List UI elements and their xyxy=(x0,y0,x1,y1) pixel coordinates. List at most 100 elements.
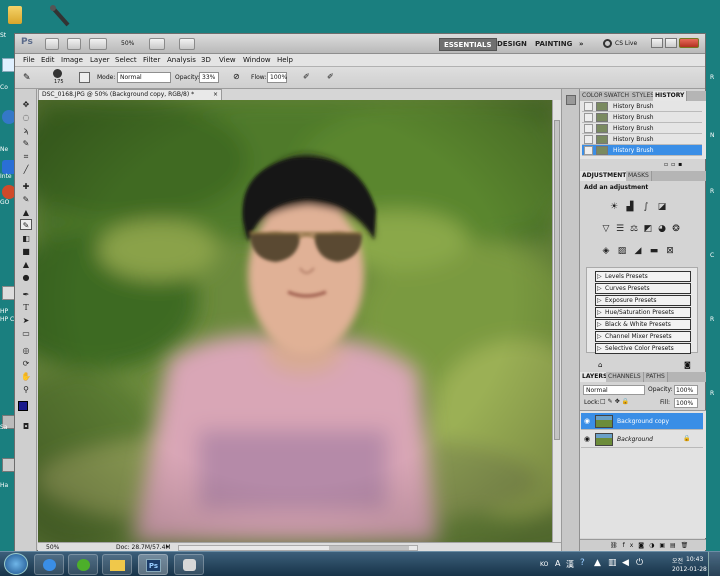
adjustment-footer-icon[interactable]: ⌂ xyxy=(598,361,608,369)
menu-filter[interactable]: Filter xyxy=(143,56,160,64)
ime-indicator[interactable]: KO xyxy=(540,561,548,568)
workspace-essentials[interactable]: ESSENTIALS xyxy=(439,38,497,51)
brush-preview-icon[interactable] xyxy=(53,69,62,78)
history-brush-tool-icon[interactable]: ✎ xyxy=(23,72,39,84)
show-desktop-button[interactable] xyxy=(708,552,720,576)
history-footer-icons[interactable]: ▫▫▪ xyxy=(664,161,704,169)
workspace-painting[interactable]: PAINTING xyxy=(531,38,576,51)
preset-curves[interactable]: Curves Presets xyxy=(595,283,691,294)
menu-image[interactable]: Image xyxy=(61,56,83,64)
eyedropper-tool-icon[interactable]: ╱ xyxy=(20,164,32,175)
workspace-more[interactable]: » xyxy=(575,38,588,51)
layers-footer-icons[interactable]: ⛓fx◙◑▣▤🗑 xyxy=(580,539,706,550)
document-tab[interactable]: DSC_0168.JPG @ 50% (Background copy, RGB… xyxy=(38,89,222,100)
pressure-icon[interactable]: ✐ xyxy=(327,72,339,84)
preset-black-white[interactable]: Black & White Presets xyxy=(595,319,691,330)
history-item[interactable]: History Brush xyxy=(582,112,702,123)
menu-file[interactable]: File xyxy=(23,56,35,64)
power-icon[interactable]: ⏻ xyxy=(636,558,643,568)
dodge-tool-icon[interactable]: ● xyxy=(20,272,32,283)
taskbar-explorer[interactable] xyxy=(102,554,132,575)
foreground-color-swatch[interactable] xyxy=(18,401,28,411)
history-item[interactable]: History Brush xyxy=(582,101,702,112)
tab-channels[interactable]: CHANNELS xyxy=(606,372,644,382)
taskbar-ie[interactable] xyxy=(34,554,64,575)
color-balance-icon[interactable]: ⚖ xyxy=(628,223,640,235)
clone-stamp-tool-icon[interactable]: ▲ xyxy=(20,207,32,218)
tab-masks[interactable]: MASKS xyxy=(626,171,652,181)
flow-field[interactable]: 100% xyxy=(267,72,287,83)
extras-button[interactable] xyxy=(89,38,107,50)
menu-analysis[interactable]: Analysis xyxy=(167,56,196,64)
3d-orbit-tool-icon[interactable]: ⟳ xyxy=(20,358,32,369)
airbrush-toggle-icon[interactable]: ✐ xyxy=(303,72,315,84)
taskbar-utorrent[interactable] xyxy=(68,554,98,575)
preset-exposure[interactable]: Exposure Presets xyxy=(595,295,691,306)
brightness-icon[interactable]: ☀ xyxy=(608,201,620,213)
move-tool-icon[interactable]: ✥ xyxy=(20,99,32,110)
levels-icon[interactable]: ▟ xyxy=(624,201,636,213)
layer-opacity-field[interactable]: 100% xyxy=(674,385,698,395)
close-button[interactable] xyxy=(679,38,699,48)
volume-icon[interactable]: ◀ xyxy=(622,558,629,568)
shape-tool-icon[interactable]: ▭ xyxy=(20,328,32,339)
lasso-tool-icon[interactable]: ϡ xyxy=(20,125,32,136)
preset-selective-color[interactable]: Selective Color Presets xyxy=(595,343,691,354)
visibility-eye-icon[interactable]: ◉ xyxy=(584,417,592,425)
menu-select[interactable]: Select xyxy=(115,56,137,64)
selective-color-icon[interactable]: ⊠ xyxy=(664,245,676,257)
lock-icons[interactable]: □✎✥🔒 xyxy=(600,398,644,407)
minibridge-button[interactable] xyxy=(67,38,81,50)
cs-live[interactable]: CS Live xyxy=(615,40,637,47)
eraser-tool-icon[interactable]: ◧ xyxy=(20,233,32,244)
image-canvas[interactable] xyxy=(38,100,552,542)
layer-row-background[interactable]: ◉ Background 🔒 xyxy=(581,431,703,448)
collapsed-panel-icon[interactable] xyxy=(566,95,576,105)
hue-sat-icon[interactable]: ☰ xyxy=(614,223,626,235)
start-button[interactable] xyxy=(4,553,28,575)
pen-tool-icon[interactable]: ✒ xyxy=(20,289,32,300)
marquee-tool-icon[interactable]: ◌ xyxy=(20,112,32,123)
tab-history[interactable]: HISTORY xyxy=(653,91,688,101)
network-tray-icon[interactable]: ▥ xyxy=(608,558,617,568)
visibility-eye-icon[interactable]: ◉ xyxy=(584,435,592,443)
status-arrow-icon[interactable]: ▸ xyxy=(166,543,169,550)
adjustment-options-icon[interactable]: ◙ xyxy=(684,361,700,369)
menu-view[interactable]: View xyxy=(219,56,236,64)
zoom-level[interactable]: 50% xyxy=(121,40,134,47)
layer-row-background-copy[interactable]: ◉ Background copy xyxy=(581,413,703,430)
mode-select[interactable]: Normal xyxy=(117,72,171,83)
spot-heal-tool-icon[interactable]: ✚ xyxy=(20,181,32,192)
taskbar-paint[interactable] xyxy=(174,554,204,575)
crop-tool-icon[interactable]: ⌗ xyxy=(20,151,32,162)
preset-hue-saturation[interactable]: Hue/Saturation Presets xyxy=(595,307,691,318)
hand-button[interactable] xyxy=(149,38,165,50)
tray-expand-icon[interactable]: ▲ xyxy=(594,558,601,568)
tab-swatches[interactable]: SWATCH xyxy=(602,91,633,101)
bridge-button[interactable] xyxy=(45,38,59,50)
exposure-icon[interactable]: ◪ xyxy=(656,201,668,213)
close-tab-icon[interactable]: × xyxy=(213,90,218,100)
ime-hanja[interactable]: 漢 xyxy=(566,559,574,570)
curves-icon[interactable]: ∫ xyxy=(640,201,652,213)
blend-mode-select[interactable]: Normal xyxy=(583,385,645,395)
history-item[interactable]: History Brush xyxy=(582,134,702,145)
brush-panel-toggle-icon[interactable] xyxy=(79,72,90,83)
preset-channel-mixer[interactable]: Channel Mixer Presets xyxy=(595,331,691,342)
status-zoom[interactable]: 50% xyxy=(46,544,59,551)
menu-3d[interactable]: 3D xyxy=(201,56,211,64)
horizontal-scroll-thumb[interactable] xyxy=(329,546,409,550)
hand-tool-icon[interactable]: ✋ xyxy=(20,371,32,382)
menu-window[interactable]: Window xyxy=(243,56,271,64)
microphone-icon[interactable] xyxy=(48,4,72,28)
history-brush-tool-selected-icon[interactable]: ✎ xyxy=(20,219,32,230)
clock-date[interactable]: 2012-01-28 xyxy=(672,566,707,573)
invert-icon[interactable]: ◈ xyxy=(600,245,612,257)
history-item-selected[interactable]: History Brush xyxy=(582,145,702,156)
history-item[interactable]: History Brush xyxy=(582,123,702,134)
posterize-icon[interactable]: ▨ xyxy=(616,245,628,257)
quick-mask-icon[interactable]: ◘ xyxy=(20,421,32,432)
photo-filter-icon[interactable]: ◕ xyxy=(656,223,668,235)
brush-tool-icon[interactable]: ✎ xyxy=(20,194,32,205)
scroll-thumb[interactable] xyxy=(554,120,560,440)
